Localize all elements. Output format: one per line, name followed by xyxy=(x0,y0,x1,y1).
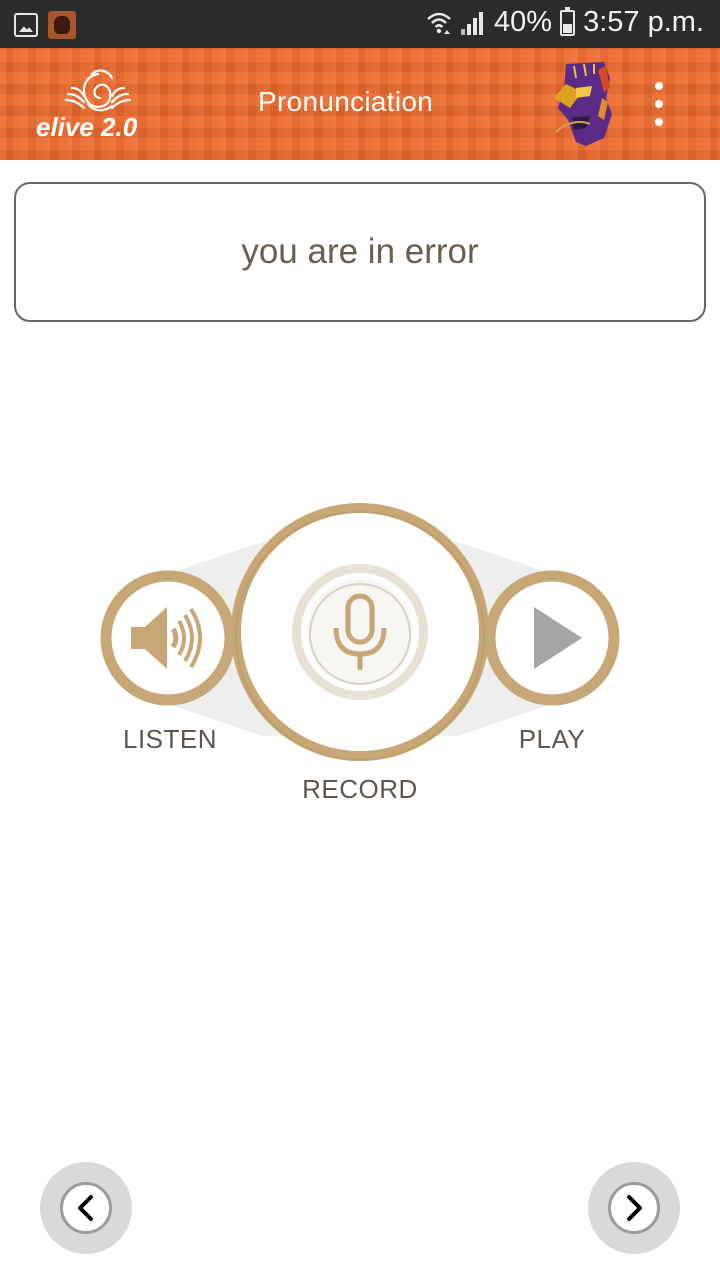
chevron-right-icon xyxy=(627,1195,642,1221)
overflow-menu-icon[interactable] xyxy=(648,82,670,126)
clock: 3:57 p.m. xyxy=(583,6,704,38)
chevron-left-icon xyxy=(78,1195,93,1221)
app-bar: elive 2.0 Pronunciation xyxy=(0,48,720,160)
gallery-notification-icon xyxy=(14,13,38,37)
listen-label: LISTEN xyxy=(122,724,218,754)
wifi-icon xyxy=(427,12,451,34)
play-button[interactable] xyxy=(484,570,620,706)
logo-text: elive 2.0 xyxy=(36,112,138,142)
pronunciation-controls: LISTEN RECORD PLAY xyxy=(0,490,720,820)
record-button[interactable] xyxy=(236,508,484,756)
profile-avatar[interactable] xyxy=(546,58,616,150)
app-logo[interactable]: elive 2.0 xyxy=(32,66,162,146)
next-button[interactable] xyxy=(588,1162,680,1254)
signal-icon xyxy=(461,11,484,35)
play-label: PLAY xyxy=(518,724,586,754)
listen-button[interactable] xyxy=(100,570,236,706)
phrase-text: you are in error xyxy=(241,232,479,271)
battery-icon xyxy=(560,6,576,36)
app-notification-icon xyxy=(48,11,76,39)
page-title: Pronunciation xyxy=(258,86,434,117)
previous-button[interactable] xyxy=(40,1162,132,1254)
phrase-card: you are in error xyxy=(14,182,706,322)
battery-percent: 40% xyxy=(494,6,553,38)
status-bar: 40% 3:57 p.m. xyxy=(0,0,720,48)
record-label: RECORD xyxy=(302,774,418,804)
